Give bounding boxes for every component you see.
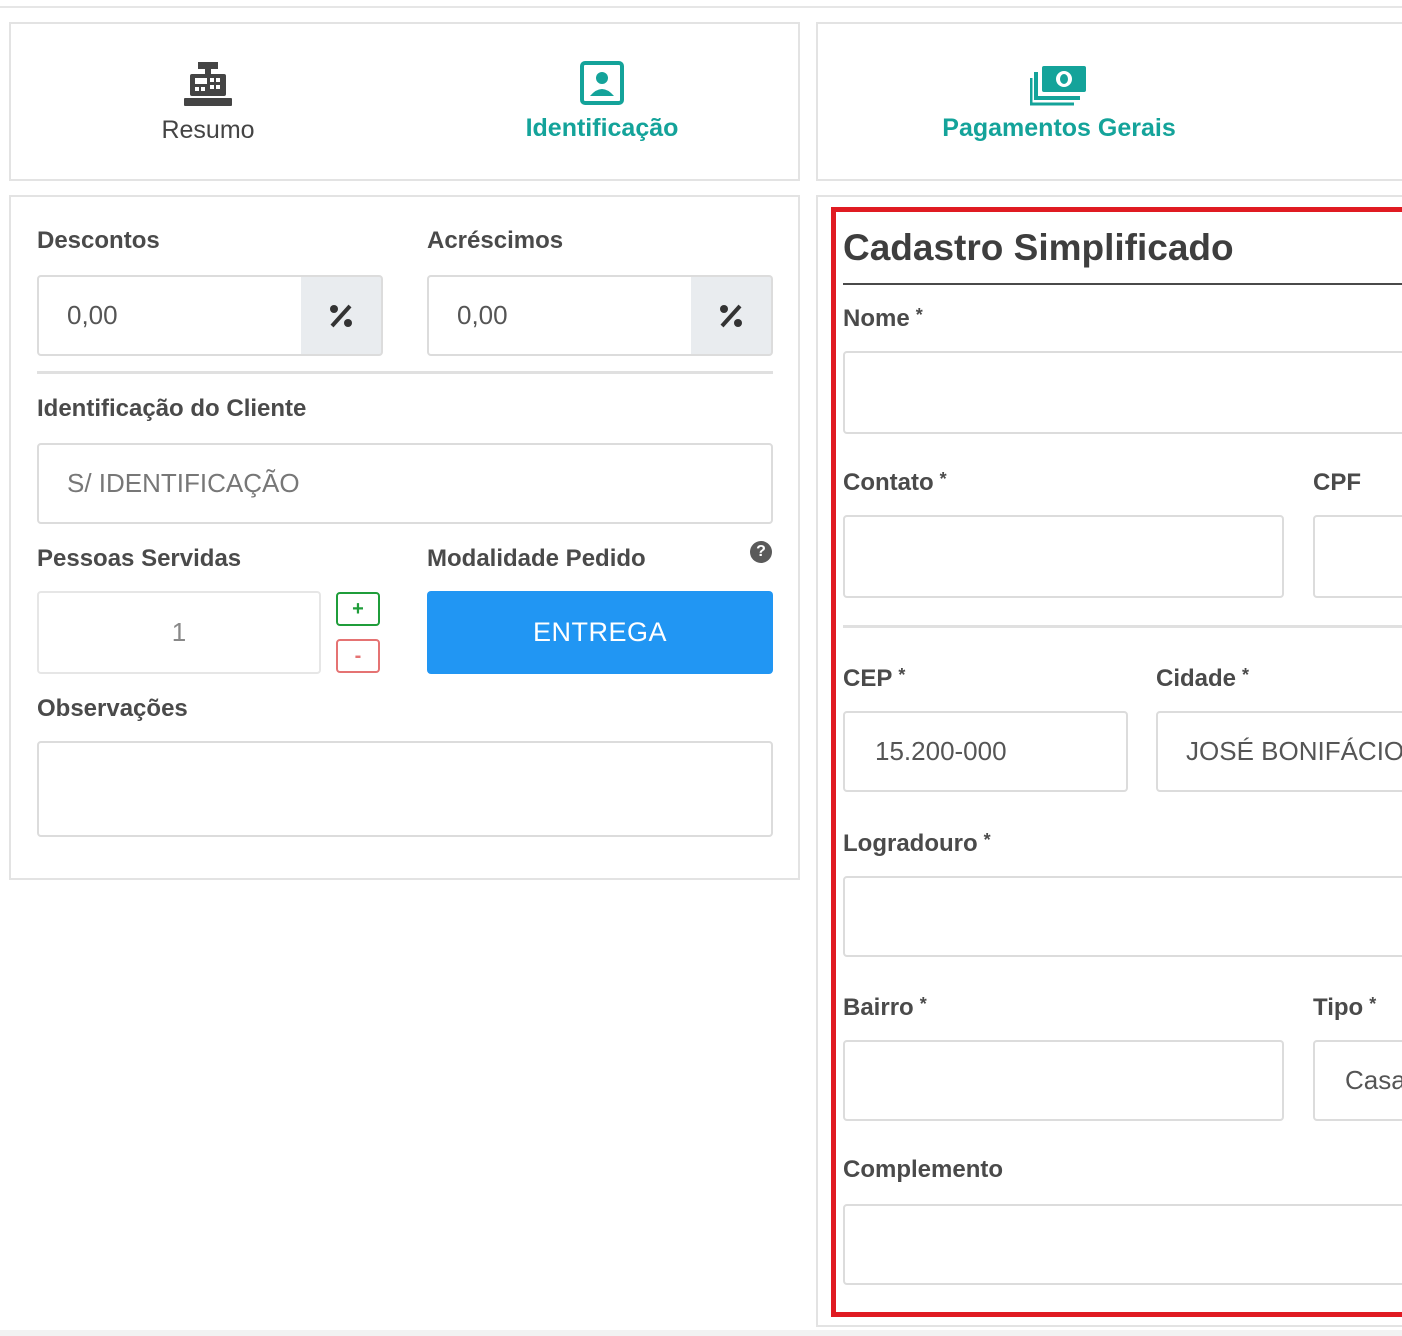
nome-input[interactable] [843, 351, 1402, 434]
address-divider [843, 625, 1402, 628]
decrement-button[interactable]: - [336, 639, 380, 673]
cliente-input[interactable]: S/ IDENTIFICAÇÃO [37, 443, 773, 524]
cash-register-icon [184, 62, 232, 106]
cep-value: 15.200-000 [875, 736, 1007, 766]
top-border [0, 6, 1402, 8]
tab-pagamentos[interactable]: Pagamentos Gerais [930, 64, 1188, 143]
complemento-input[interactable] [843, 1204, 1402, 1285]
observacoes-label: Observações [37, 695, 188, 722]
descontos-input[interactable]: 0,00 [37, 275, 303, 356]
section-divider [37, 371, 773, 374]
acrescimos-percent-button[interactable] [691, 275, 773, 356]
cidade-label: Cidade * [1156, 665, 1250, 692]
increment-button[interactable]: + [336, 592, 380, 626]
pessoas-value: 1 [171, 617, 187, 647]
cep-label: CEP * [843, 665, 906, 692]
observacoes-input[interactable] [37, 741, 773, 837]
modalidade-entrega-button[interactable]: ENTREGA [427, 591, 773, 674]
complemento-label: Complemento [843, 1156, 1004, 1183]
bairro-input[interactable] [843, 1040, 1284, 1121]
cadastro-title: Cadastro Simplificado [843, 227, 1234, 268]
cep-input[interactable]: 15.200-000 [843, 711, 1128, 792]
contato-input[interactable] [843, 515, 1284, 598]
bottom-border [0, 1330, 1402, 1336]
tab-resumo-label: Resumo [161, 116, 255, 144]
descontos-label: Descontos [37, 227, 160, 254]
cliente-placeholder: S/ IDENTIFICAÇÃO [67, 468, 300, 498]
descontos-value: 0,00 [67, 300, 118, 330]
logradouro-input[interactable] [843, 876, 1402, 957]
help-icon[interactable]: ? [750, 541, 772, 563]
logradouro-label: Logradouro * [843, 830, 991, 857]
tipo-value: Casa [1345, 1065, 1402, 1095]
minus-icon: - [354, 644, 362, 667]
percent-icon [720, 304, 742, 327]
tab-pagamentos-label: Pagamentos Gerais [942, 114, 1176, 142]
tipo-select[interactable]: Casa [1313, 1040, 1402, 1121]
cpf-input[interactable] [1313, 515, 1402, 598]
acrescimos-input[interactable]: 0,00 [427, 275, 693, 356]
tab-resumo[interactable]: Resumo [108, 60, 308, 145]
plus-icon: + [352, 597, 364, 620]
percent-icon [330, 304, 352, 327]
pessoas-label: Pessoas Servidas [37, 545, 242, 572]
tab-identificacao[interactable]: Identificação [502, 60, 702, 143]
pessoas-input[interactable]: 1 [37, 591, 321, 674]
cpf-label: CPF [1313, 469, 1361, 496]
cidade-input[interactable]: JOSÉ BONIFÁCIO - [1156, 711, 1402, 792]
descontos-percent-button[interactable] [301, 275, 383, 356]
tipo-label: Tipo * [1313, 994, 1377, 1021]
nome-label: Nome * [843, 305, 923, 332]
contact-card-icon [580, 61, 624, 105]
title-divider [843, 283, 1402, 285]
acrescimos-label: Acréscimos [427, 227, 564, 254]
modalidade-label: Modalidade Pedido [427, 545, 646, 572]
contato-label: Contato * [843, 469, 947, 496]
bairro-label: Bairro * [843, 994, 927, 1021]
money-bills-icon [1030, 66, 1086, 106]
tab-identificacao-label: Identificação [525, 114, 679, 142]
acrescimos-value: 0,00 [457, 300, 508, 330]
cidade-value: JOSÉ BONIFÁCIO - [1186, 736, 1402, 766]
cliente-label: Identificação do Cliente [37, 395, 307, 422]
